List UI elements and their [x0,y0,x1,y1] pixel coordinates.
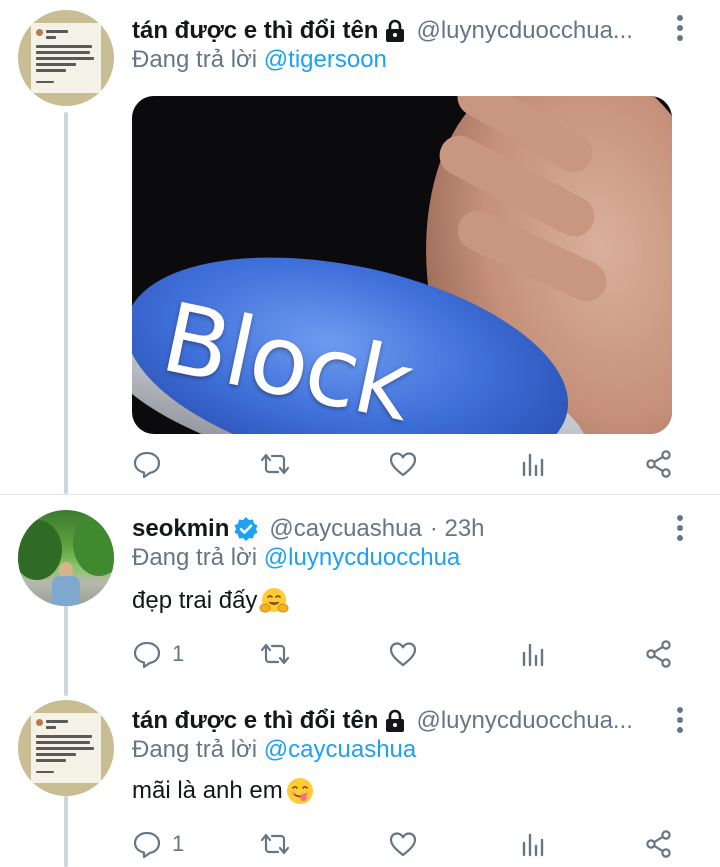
analytics-button[interactable] [518,444,548,484]
tweet-divider [0,494,720,495]
reply-count: 1 [172,831,185,856]
tweet-actions [132,444,692,484]
lock-icon [384,19,406,43]
tweet-header: seokmin @caycuashua · 23h [132,512,485,546]
analytics-button[interactable] [518,634,548,674]
tweet[interactable]: seokmin @caycuashua · 23h Đang trả lời @… [0,496,720,688]
tweet-actions: 1 [132,824,692,864]
tweet-text-content: đẹp trai đấy [132,587,258,614]
retweet-button[interactable] [258,634,302,674]
heart-icon [389,452,417,477]
share-icon [646,830,671,858]
share-icon [646,640,671,668]
username-handle[interactable]: @luynycduocchua... [416,707,632,735]
avatar-note-image [31,23,101,93]
reply-mention-link[interactable]: @luynycduocchua [264,544,460,571]
reply-mention-link[interactable]: @tigersoon [264,46,387,73]
share-button[interactable] [644,444,674,484]
analytics-icon [522,833,544,857]
avatar[interactable] [18,10,114,106]
verified-badge-icon [233,516,259,542]
tweet-text: đẹp trai đấy [132,584,289,618]
avatar[interactable] [18,700,114,796]
reply-context: Đang trả lời @luynycduocchua [132,544,460,574]
display-name[interactable]: tán được e thì đổi tên [132,707,378,735]
reply-prefix: Đang trả lời [132,544,258,571]
more-vertical-icon[interactable] [674,706,686,734]
reply-context: Đang trả lời @tigersoon [132,46,387,76]
tweet[interactable]: tán được e thì đổi tên @luynycduocchua..… [0,0,720,494]
reply-button[interactable] [132,444,172,484]
heart-icon [389,832,417,857]
like-button[interactable] [388,634,428,674]
tweet-text-content: mãi là anh em [132,777,283,804]
more-vertical-icon[interactable] [674,14,686,42]
tweet-media-image[interactable]: Block [132,96,672,434]
lock-icon [384,709,406,733]
reply-count: 1 [172,641,185,666]
reply-button[interactable]: 1 [132,634,184,674]
display-name[interactable]: seokmin [132,515,229,543]
more-vertical-icon[interactable] [674,514,686,542]
like-button[interactable] [388,824,428,864]
reply-button[interactable]: 1 [132,824,184,864]
share-button[interactable] [644,824,674,864]
tweet-timestamp[interactable]: · 23h [430,515,485,543]
reply-icon [133,641,161,669]
avatar-note-image [31,713,101,783]
username-handle[interactable]: @luynycduocchua... [416,17,632,45]
retweet-button[interactable] [258,444,302,484]
tweet-header: tán được e thì đổi tên @luynycduocchua..… [132,704,633,738]
analytics-icon [522,453,544,477]
like-button[interactable] [388,444,428,484]
face-savoring-food-emoji [285,776,315,806]
tweet-header: tán được e thì đổi tên @luynycduocchua..… [132,14,633,48]
reply-prefix: Đang trả lời [132,46,258,73]
retweet-icon [260,453,290,475]
analytics-icon [522,643,544,667]
display-name[interactable]: tán được e thì đổi tên [132,17,378,45]
share-button[interactable] [644,634,674,674]
retweet-icon [260,833,290,855]
avatar[interactable] [18,510,114,606]
tweet-actions: 1 [132,634,692,674]
reply-prefix: Đang trả lời [132,736,258,763]
reply-mention-link[interactable]: @caycuashua [264,736,416,763]
heart-icon [389,642,417,667]
reply-icon [133,451,161,479]
hugging-face-emoji [259,586,289,616]
tweet[interactable]: tán được e thì đổi tên @luynycduocchua..… [0,688,720,867]
tweet-text: mãi là anh em [132,774,315,808]
share-icon [646,450,671,478]
username-handle[interactable]: @caycuashua [269,515,421,543]
retweet-button[interactable] [258,824,302,864]
retweet-icon [260,643,290,665]
reply-context: Đang trả lời @caycuashua [132,736,416,766]
reply-icon [133,831,161,859]
analytics-button[interactable] [518,824,548,864]
